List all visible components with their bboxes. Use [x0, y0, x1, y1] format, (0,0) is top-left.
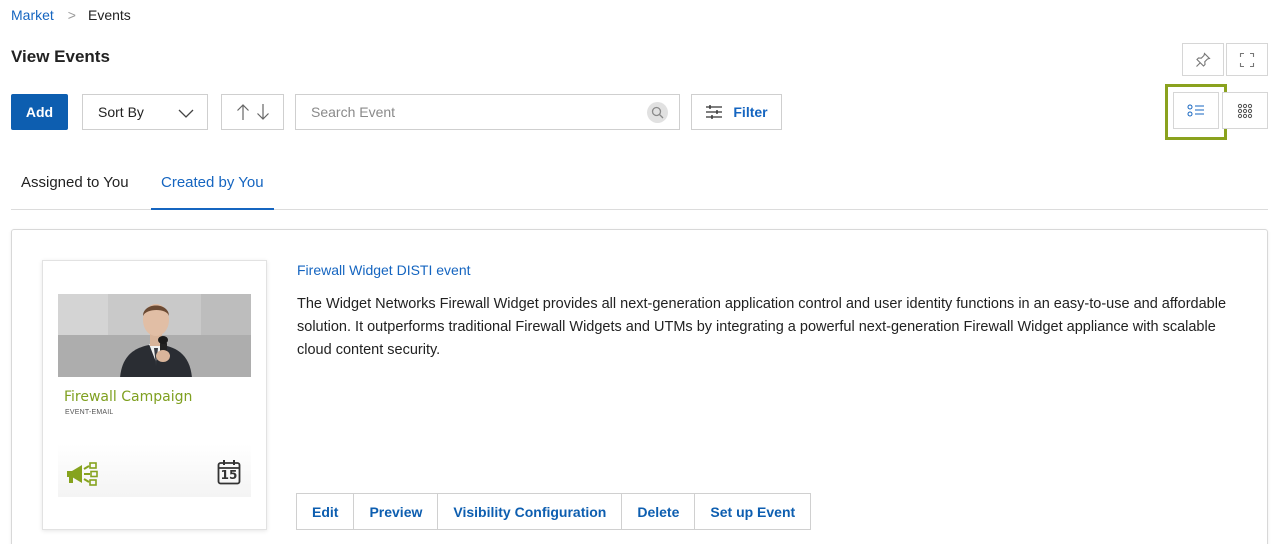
filter-icon — [706, 105, 723, 119]
tab-assigned-to-you[interactable]: Assigned to You — [11, 160, 139, 210]
filter-label: Filter — [733, 104, 768, 120]
image-tile — [201, 294, 251, 335]
edit-button[interactable]: Edit — [297, 494, 354, 529]
grid-view-icon — [1237, 103, 1253, 118]
grid-view-button[interactable] — [1222, 92, 1268, 129]
page-tools — [1182, 43, 1268, 76]
event-actions: Edit Preview Visibility Configuration De… — [296, 493, 812, 530]
presenter-figure — [120, 304, 192, 377]
sort-asc-icon[interactable] — [236, 103, 250, 121]
page-title: View Events — [11, 47, 110, 66]
list-view-button[interactable] — [1173, 92, 1219, 129]
breadcrumb-separator-icon: > — [67, 7, 76, 23]
event-title-link[interactable]: Firewall Widget DISTI event — [297, 262, 471, 278]
search-input[interactable] — [296, 95, 626, 129]
delete-button[interactable]: Delete — [621, 494, 695, 529]
megaphone-icon — [67, 462, 98, 486]
sort-by-select[interactable]: Sort By — [82, 94, 208, 130]
campaign-title: Firewall Campaign — [64, 389, 193, 405]
fullscreen-icon — [1239, 52, 1255, 67]
search-button[interactable] — [647, 102, 668, 123]
pin-icon — [1196, 51, 1211, 67]
list-view-icon — [1187, 104, 1204, 116]
chevron-down-icon — [178, 109, 194, 118]
filter-button[interactable]: Filter — [691, 94, 782, 130]
event-thumbnail-card[interactable]: Firewall Campaign EVENT-EMAIL 15 — [42, 260, 267, 530]
image-tile — [58, 294, 108, 335]
event-description: The Widget Networks Firewall Widget prov… — [297, 296, 1227, 358]
add-button[interactable]: Add — [11, 94, 68, 130]
search-icon — [651, 106, 664, 119]
calendar-icon: 15 — [217, 459, 241, 485]
tab-created-by-you[interactable]: Created by You — [151, 160, 274, 210]
sort-desc-icon[interactable] — [256, 103, 270, 121]
breadcrumb: Market > Events — [11, 7, 131, 23]
campaign-type: EVENT-EMAIL — [65, 409, 114, 416]
search-box — [295, 94, 680, 130]
fullscreen-button[interactable] — [1226, 43, 1268, 76]
toolbar: Add Sort By Filter — [11, 94, 1271, 130]
sort-order-toggle[interactable] — [221, 94, 284, 130]
pin-button[interactable] — [1182, 43, 1224, 76]
sort-by-label: Sort By — [98, 104, 144, 120]
set-up-event-button[interactable]: Set up Event — [694, 494, 811, 529]
event-tabs: Assigned to You Created by You — [11, 160, 1268, 210]
preview-button[interactable]: Preview — [353, 494, 438, 529]
presenter-image — [58, 294, 251, 377]
visibility-configuration-button[interactable]: Visibility Configuration — [437, 494, 622, 529]
thumbnail-body: Firewall Campaign EVENT-EMAIL 15 — [58, 294, 251, 497]
breadcrumb-market-link[interactable]: Market — [11, 7, 54, 23]
event-card: Firewall Campaign EVENT-EMAIL 15 Firewal… — [11, 229, 1268, 544]
calendar-day: 15 — [220, 468, 238, 482]
breadcrumb-current: Events — [87, 7, 131, 23]
